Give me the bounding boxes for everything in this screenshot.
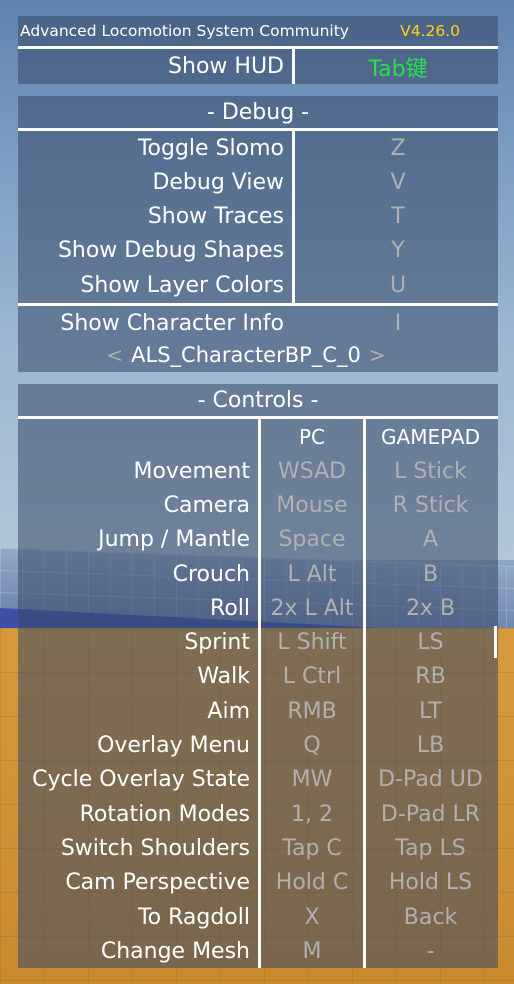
control-action-label: Cycle Overlay State: [32, 767, 250, 793]
debug-item: Show Debug Shapes Y: [18, 233, 498, 268]
debug-item: Debug View V: [18, 165, 498, 199]
debug-item-label: Toggle Slomo: [137, 135, 284, 161]
show-hud-row: Show HUD Tab键: [18, 49, 498, 84]
debug-item-label: Debug View: [152, 169, 284, 195]
debug-item-label: Show Layer Colors: [80, 273, 284, 298]
control-action-label: Crouch: [172, 561, 250, 587]
header-panel: Advanced Locomotion System Community V4.…: [18, 16, 498, 84]
control-row: Jump / Mantle Space A: [18, 523, 498, 557]
control-gamepad-key: R Stick: [392, 492, 469, 518]
divider: [494, 626, 497, 658]
control-action-label: Change Mesh: [100, 938, 250, 964]
debug-item-key: U: [389, 273, 407, 298]
control-pc-key: 1, 2: [291, 801, 333, 827]
control-pc-key: RMB: [287, 698, 337, 724]
control-pc-key: L Shift: [277, 630, 347, 656]
debug-item-label: Show Debug Shapes: [57, 238, 284, 263]
column-header-pc: PC: [298, 425, 326, 449]
character-info-label: Show Character Info: [60, 310, 284, 336]
character-selector: < ALS_CharacterBP_C_0 >: [18, 340, 498, 370]
character-next-button[interactable]: >: [369, 343, 386, 367]
control-action-label: Switch Shoulders: [60, 835, 250, 861]
control-row: Camera Mouse R Stick: [18, 488, 498, 522]
control-action-label: Movement: [133, 458, 250, 484]
control-row: Change Mesh M -: [18, 934, 498, 968]
control-pc-key: WSAD: [277, 458, 347, 484]
control-row: Cycle Overlay State MW D-Pad UD: [18, 763, 498, 797]
control-action-label: Aim: [207, 698, 250, 724]
control-pc-key: Q: [303, 733, 321, 759]
control-row: Cam Perspective Hold C Hold LS: [18, 866, 498, 900]
control-action-label: Camera: [163, 492, 250, 518]
control-gamepad-key: RB: [415, 664, 446, 690]
control-action-label: Cam Perspective: [65, 870, 250, 896]
control-gamepad-key: L Stick: [394, 458, 467, 484]
control-row: Overlay Menu Q LB: [18, 728, 498, 762]
show-hud-label: Show HUD: [168, 54, 284, 79]
control-action-label: To Ragdoll: [137, 904, 250, 930]
controls-header-row: PC GAMEPAD: [18, 420, 498, 454]
control-action-label: Walk: [197, 664, 250, 690]
control-action-label: Roll: [210, 595, 250, 621]
character-name: ALS_CharacterBP_C_0: [131, 343, 361, 367]
control-pc-key: L Alt: [287, 561, 337, 587]
control-pc-key: L Ctrl: [282, 664, 342, 690]
control-row: Movement WSAD L Stick: [18, 454, 498, 488]
control-gamepad-key: -: [426, 938, 435, 964]
control-row: Crouch L Alt B: [18, 557, 498, 591]
character-info-key: I: [394, 310, 402, 336]
controls-panel: - Controls - PC GAMEPAD Movement WSAD L St…: [18, 384, 498, 968]
debug-title-row: - Debug -: [18, 96, 498, 128]
app-title: Advanced Locomotion System Community: [20, 22, 349, 40]
control-action-label: Jump / Mantle: [98, 527, 250, 553]
control-action-label: Sprint: [184, 630, 250, 656]
debug-item: Toggle Slomo Z: [18, 131, 498, 165]
controls-title-row: - Controls -: [18, 384, 498, 416]
control-pc-key: Tap C: [282, 835, 342, 861]
debug-item: Show Traces T: [18, 199, 498, 233]
control-pc-key: X: [304, 904, 320, 930]
control-row: Switch Shoulders Tap C Tap LS: [18, 831, 498, 865]
debug-panel: - Debug - Toggle Slomo Z Debug View V Sh…: [18, 96, 498, 372]
control-pc-key: Hold C: [275, 870, 349, 896]
control-gamepad-key: Back: [403, 904, 458, 930]
control-gamepad-key: 2x B: [405, 595, 456, 621]
control-row: To Ragdoll X Back: [18, 900, 498, 934]
control-pc-key: 2x L Alt: [270, 595, 354, 621]
control-row: Walk L Ctrl RB: [18, 660, 498, 694]
control-gamepad-key: D-Pad UD: [378, 767, 483, 793]
control-gamepad-key: B: [422, 561, 439, 587]
debug-item-key: T: [391, 203, 405, 229]
control-gamepad-key: LT: [419, 698, 442, 724]
control-pc-key: MW: [291, 767, 333, 793]
control-action-label: Overlay Menu: [97, 733, 250, 759]
show-hud-key: Tab键: [368, 56, 428, 82]
control-row: Sprint L Shift LS: [18, 626, 498, 660]
control-gamepad-key: D-Pad LR: [380, 801, 481, 827]
control-gamepad-key: Tap LS: [395, 835, 466, 861]
character-info-row: Show Character Info I: [18, 306, 498, 340]
debug-item: Show Layer Colors U: [18, 268, 498, 303]
version-label: V4.26.0: [400, 22, 460, 40]
debug-item-key: V: [390, 169, 406, 195]
control-gamepad-key: Hold LS: [388, 870, 473, 896]
control-pc-key: Mouse: [276, 492, 348, 518]
control-row: Roll 2x L Alt 2x B: [18, 591, 498, 625]
control-pc-key: Space: [278, 527, 346, 553]
control-row: Rotation Modes 1, 2 D-Pad LR: [18, 797, 498, 831]
controls-section-title: - Controls -: [197, 387, 319, 413]
debug-section-title: - Debug -: [206, 99, 310, 125]
control-action-label: Rotation Modes: [79, 801, 250, 827]
control-gamepad-key: LS: [417, 630, 444, 656]
debug-item-label: Show Traces: [147, 203, 284, 229]
control-row: Aim RMB LT: [18, 694, 498, 728]
control-gamepad-key: A: [422, 527, 439, 553]
debug-item-key: Z: [390, 135, 406, 161]
title-row: Advanced Locomotion System Community V4.…: [18, 16, 498, 46]
debug-item-key: Y: [391, 238, 405, 263]
column-header-gamepad: GAMEPAD: [381, 425, 480, 449]
control-gamepad-key: LB: [416, 733, 445, 759]
character-prev-button[interactable]: <: [106, 343, 123, 367]
control-pc-key: M: [302, 938, 322, 964]
